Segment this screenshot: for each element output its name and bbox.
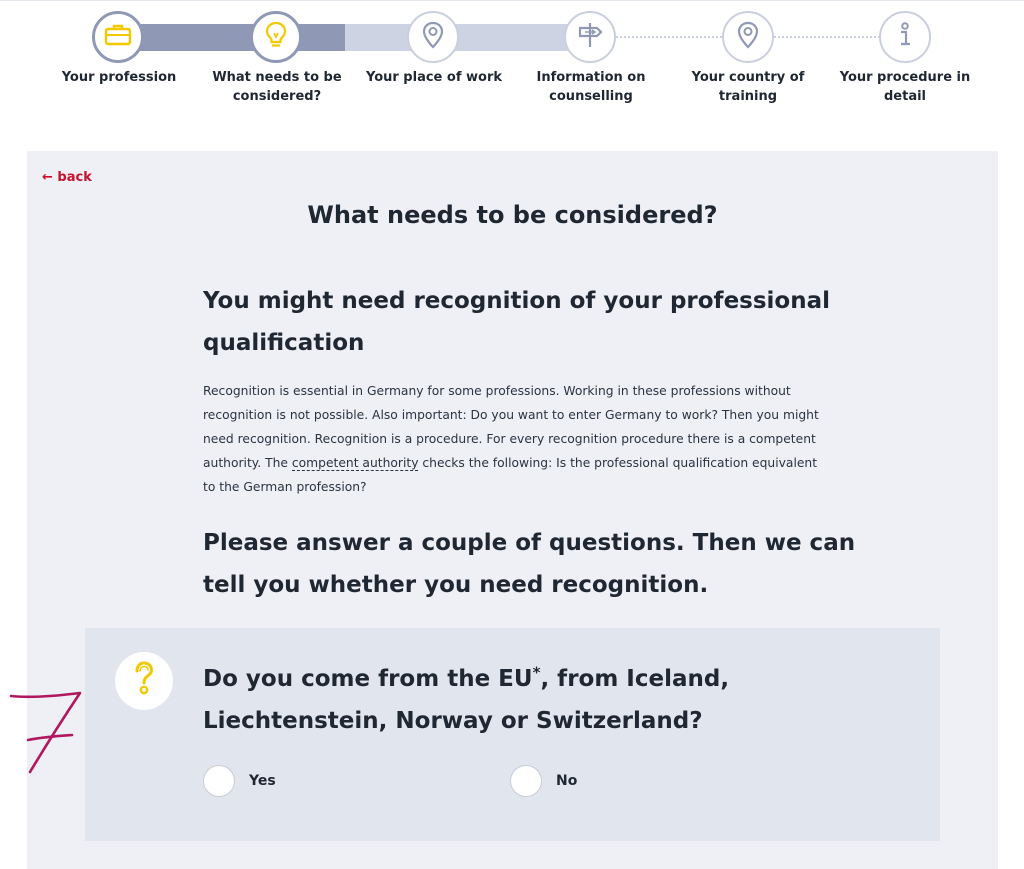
info-icon xyxy=(893,20,917,54)
lightbulb-icon xyxy=(263,20,289,54)
help-button[interactable] xyxy=(115,652,173,710)
step-label[interactable]: Your place of work xyxy=(364,68,504,87)
signpost-icon xyxy=(575,20,605,54)
step-label[interactable]: Your country of training xyxy=(678,68,818,106)
step-label[interactable]: Your profession xyxy=(49,68,189,87)
radio-option-yes[interactable]: Yes xyxy=(203,764,276,798)
step-your-place-of-work[interactable] xyxy=(407,11,459,63)
briefcase-icon xyxy=(103,22,133,52)
glossary-link-competent-authority[interactable]: competent authority xyxy=(291,456,419,471)
step-your-country-of-training[interactable] xyxy=(722,11,774,63)
radio-label-no[interactable]: No xyxy=(556,773,577,789)
intro-question: Please answer a couple of questions. The… xyxy=(203,530,856,598)
question-text-start: Do you come from the EU xyxy=(203,666,533,692)
radio-button-no[interactable] xyxy=(510,765,542,797)
section-heading: You might need recognition of your profe… xyxy=(203,288,831,356)
page-title: What needs to be considered? xyxy=(307,201,718,229)
progress-bar-partial xyxy=(345,24,575,51)
question-text: Do you come from the EU*, from Iceland, … xyxy=(203,658,843,742)
step-your-procedure-in-detail[interactable] xyxy=(879,11,931,63)
radio-option-no[interactable]: No xyxy=(510,764,577,798)
step-what-needs-to-be-considered[interactable] xyxy=(250,11,302,63)
progress-stepper: Your profession What needs to be conside… xyxy=(0,0,1024,120)
question-mark-icon xyxy=(129,659,159,703)
step-label[interactable]: Information on counselling xyxy=(521,68,661,106)
step-label[interactable]: What needs to be considered? xyxy=(207,68,347,106)
back-link[interactable]: ← back xyxy=(42,169,92,187)
radio-label-yes[interactable]: Yes xyxy=(249,773,276,789)
step-label[interactable]: Your procedure in detail xyxy=(835,68,975,106)
step-information-on-counselling[interactable] xyxy=(564,11,616,63)
step-your-profession[interactable] xyxy=(92,11,144,63)
recognition-description: Recognition is essential in Germany for … xyxy=(203,379,823,499)
radio-button-yes[interactable] xyxy=(203,765,235,797)
progress-bar-completed xyxy=(119,24,359,51)
map-pin-icon xyxy=(421,20,445,54)
map-pin-icon xyxy=(736,20,760,54)
handwritten-annotation-seven xyxy=(8,690,88,784)
